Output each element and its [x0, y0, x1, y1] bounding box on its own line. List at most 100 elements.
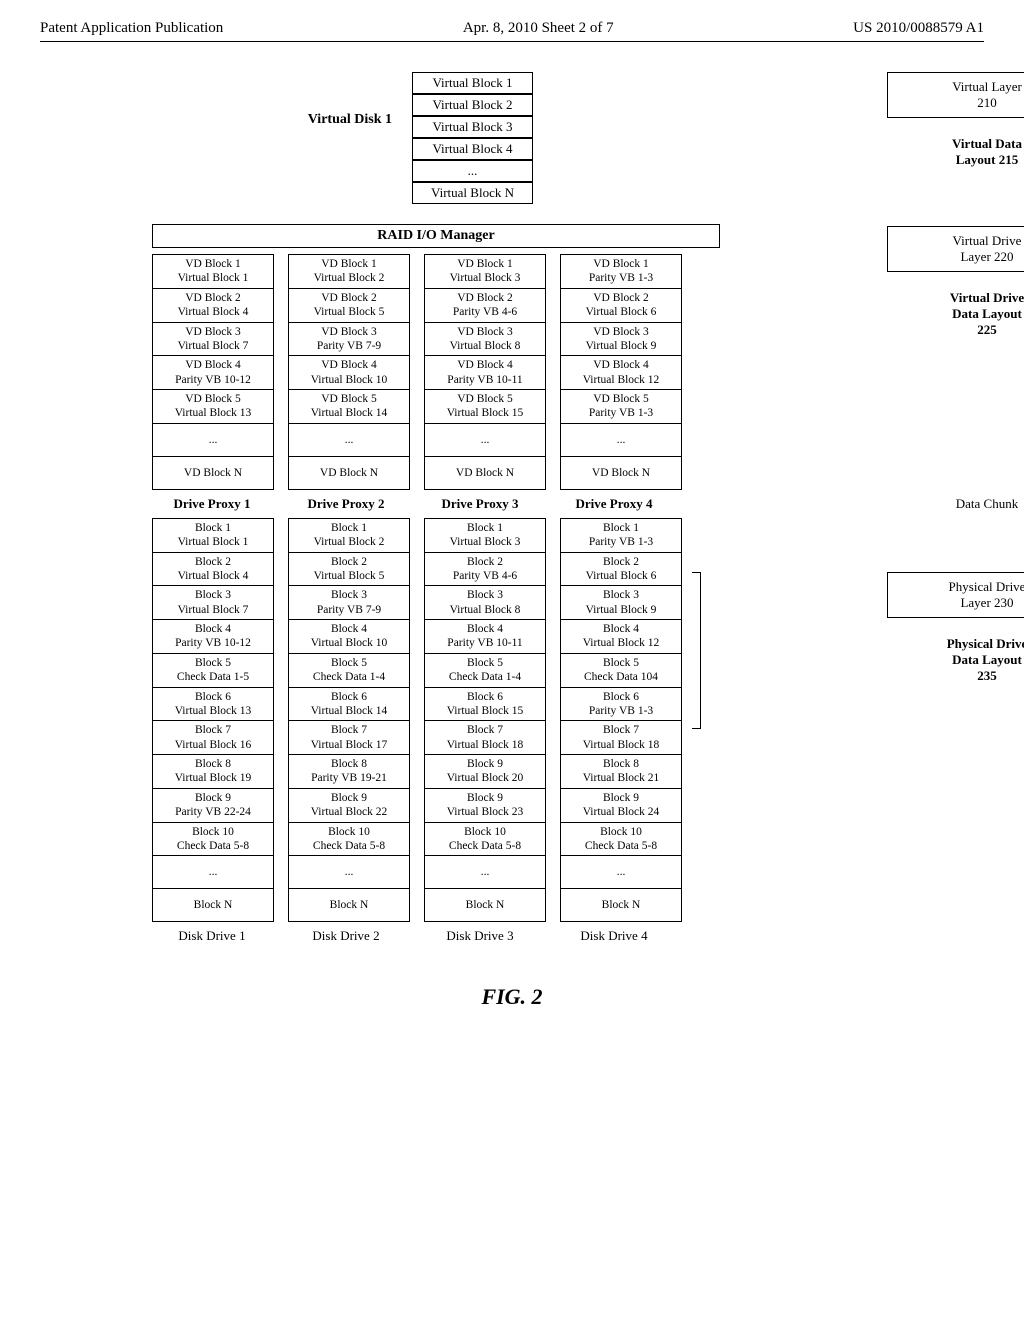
block-cell: Block 10Check Data 5-8 [289, 823, 409, 857]
page-header: Patent Application Publication Apr. 8, 2… [40, 20, 984, 42]
virtual-block-cell: Virtual Block 1 [413, 72, 532, 94]
block-cell: VD Block 3Parity VB 7-9 [289, 323, 409, 357]
side-labels: Virtual Layer 210 Virtual Data Layout 21… [887, 72, 1024, 712]
block-cell: Block 8Virtual Block 19 [153, 755, 273, 789]
block-cell: Block 5Check Data 104 [561, 654, 681, 688]
block-cell: ... [425, 856, 545, 889]
block-cell: Block 7Virtual Block 17 [289, 721, 409, 755]
disk-drive-label: Disk Drive 4 [554, 928, 674, 944]
block-cell: VD Block 5Virtual Block 15 [425, 390, 545, 424]
block-cell: VD Block N [561, 457, 681, 489]
block-cell: Block 2Virtual Block 6 [561, 553, 681, 587]
block-cell: Block 3Virtual Block 7 [153, 586, 273, 620]
block-cell: VD Block 1Virtual Block 3 [425, 255, 545, 289]
block-cell: Block 9Parity VB 22-24 [153, 789, 273, 823]
virtual-block-cell: Virtual Block 2 [413, 94, 532, 116]
block-cell: VD Block 2Virtual Block 4 [153, 289, 273, 323]
virtual-block-cell: Virtual Block 3 [413, 116, 532, 138]
block-cell: Block 6Virtual Block 14 [289, 688, 409, 722]
physical-drive-col-3: Block 1Virtual Block 3Block 2Parity VB 4… [424, 518, 546, 923]
block-cell: Block 3Virtual Block 8 [425, 586, 545, 620]
block-cell: VD Block 4Virtual Block 10 [289, 356, 409, 390]
header-left: Patent Application Publication [40, 20, 223, 37]
virtual-block-cell: ... [413, 160, 532, 182]
physical-drive-columns: Block 1Virtual Block 1Block 2Virtual Blo… [152, 518, 712, 923]
virtual-drive-col-3: VD Block 1Virtual Block 3VD Block 2Parit… [424, 254, 546, 490]
block-cell: VD Block 3Virtual Block 7 [153, 323, 273, 357]
block-cell: Block 9Virtual Block 23 [425, 789, 545, 823]
virtual-block-cell: Virtual Block N [413, 182, 532, 204]
block-cell: Block 5Check Data 1-4 [425, 654, 545, 688]
block-cell: VD Block 2Virtual Block 6 [561, 289, 681, 323]
block-cell: Block 6Virtual Block 15 [425, 688, 545, 722]
block-cell: Block 8Virtual Block 21 [561, 755, 681, 789]
block-cell: VD Block 4Parity VB 10-11 [425, 356, 545, 390]
virtual-drive-data-layout-label: Virtual Drive Data Layout 225 [887, 290, 1024, 338]
block-cell: Block 3Virtual Block 9 [561, 586, 681, 620]
block-cell: ... [153, 424, 273, 457]
block-cell: VD Block 3Virtual Block 8 [425, 323, 545, 357]
block-cell: Block 8Parity VB 19-21 [289, 755, 409, 789]
block-cell: VD Block 5Parity VB 1-3 [561, 390, 681, 424]
block-cell: Block 5Check Data 1-4 [289, 654, 409, 688]
block-cell: Block 7Virtual Block 18 [425, 721, 545, 755]
drive-proxy-row: Drive Proxy 1Drive Proxy 2Drive Proxy 3D… [152, 496, 712, 512]
block-cell: VD Block 1Parity VB 1-3 [561, 255, 681, 289]
figure-diagram: Virtual Layer 210 Virtual Data Layout 21… [152, 72, 872, 944]
physical-drive-data-layout-label: Physical Drive Data Layout 235 [887, 636, 1024, 684]
header-center: Apr. 8, 2010 Sheet 2 of 7 [463, 20, 614, 37]
block-cell: ... [289, 856, 409, 889]
block-cell: Block 1Virtual Block 2 [289, 519, 409, 553]
virtual-disk-section: Virtual Disk 1 Virtual Block 1Virtual Bl… [152, 72, 872, 204]
header-right: US 2010/0088579 A1 [853, 20, 984, 37]
physical-drive-layer-box: Physical Drive Layer 230 [887, 572, 1024, 618]
physical-drive-col-2: Block 1Virtual Block 2Block 2Virtual Blo… [288, 518, 410, 923]
raid-io-manager: RAID I/O Manager [152, 224, 720, 248]
physical-drive-col-1: Block 1Virtual Block 1Block 2Virtual Blo… [152, 518, 274, 923]
block-cell: Block 10Check Data 5-8 [425, 823, 545, 857]
block-cell: Block 2Virtual Block 5 [289, 553, 409, 587]
virtual-layer-box: Virtual Layer 210 [887, 72, 1024, 118]
drive-proxy-label: Drive Proxy 4 [554, 496, 674, 512]
block-cell: VD Block 1Virtual Block 2 [289, 255, 409, 289]
block-cell: ... [425, 424, 545, 457]
block-cell: VD Block N [153, 457, 273, 489]
drive-proxy-label: Drive Proxy 3 [420, 496, 540, 512]
block-cell: Block 10Check Data 5-8 [153, 823, 273, 857]
block-cell: Block N [425, 889, 545, 921]
block-cell: Block 5Check Data 1-5 [153, 654, 273, 688]
block-cell: Block 7Virtual Block 16 [153, 721, 273, 755]
virtual-data-layout-label: Virtual Data Layout 215 [887, 136, 1024, 168]
disk-drive-label: Disk Drive 1 [152, 928, 272, 944]
data-chunk-label: Data Chunk [887, 496, 1024, 512]
block-cell: VD Block 2Virtual Block 5 [289, 289, 409, 323]
block-cell: Block 4Parity VB 10-12 [153, 620, 273, 654]
block-cell: VD Block 4Parity VB 10-12 [153, 356, 273, 390]
virtual-block-cell: Virtual Block 4 [413, 138, 532, 160]
block-cell: ... [561, 424, 681, 457]
block-cell: VD Block 1Virtual Block 1 [153, 255, 273, 289]
disk-drive-label: Disk Drive 3 [420, 928, 540, 944]
block-cell: Block 9Virtual Block 24 [561, 789, 681, 823]
drive-proxy-label: Drive Proxy 2 [286, 496, 406, 512]
virtual-drive-layer-box: Virtual Drive Layer 220 [887, 226, 1024, 272]
block-cell: VD Block 3Virtual Block 9 [561, 323, 681, 357]
virtual-disk-table: Virtual Block 1Virtual Block 2Virtual Bl… [412, 72, 533, 204]
block-cell: Block 6Virtual Block 13 [153, 688, 273, 722]
block-cell: ... [561, 856, 681, 889]
block-cell: ... [289, 424, 409, 457]
block-cell: Block 4Parity VB 10-11 [425, 620, 545, 654]
block-cell: Block N [289, 889, 409, 921]
block-cell: VD Block 5Virtual Block 14 [289, 390, 409, 424]
block-cell: Block 2Virtual Block 4 [153, 553, 273, 587]
block-cell: Block 1Virtual Block 1 [153, 519, 273, 553]
virtual-drive-col-1: VD Block 1Virtual Block 1VD Block 2Virtu… [152, 254, 274, 490]
block-cell: Block 2Parity VB 4-6 [425, 553, 545, 587]
block-cell: Block 7Virtual Block 18 [561, 721, 681, 755]
block-cell: ... [153, 856, 273, 889]
block-cell: Block 9Virtual Block 22 [289, 789, 409, 823]
virtual-drive-col-4: VD Block 1Parity VB 1-3VD Block 2Virtual… [560, 254, 682, 490]
block-cell: Block 3Parity VB 7-9 [289, 586, 409, 620]
block-cell: Block 4Virtual Block 10 [289, 620, 409, 654]
virtual-drive-columns: VD Block 1Virtual Block 1VD Block 2Virtu… [152, 254, 712, 490]
